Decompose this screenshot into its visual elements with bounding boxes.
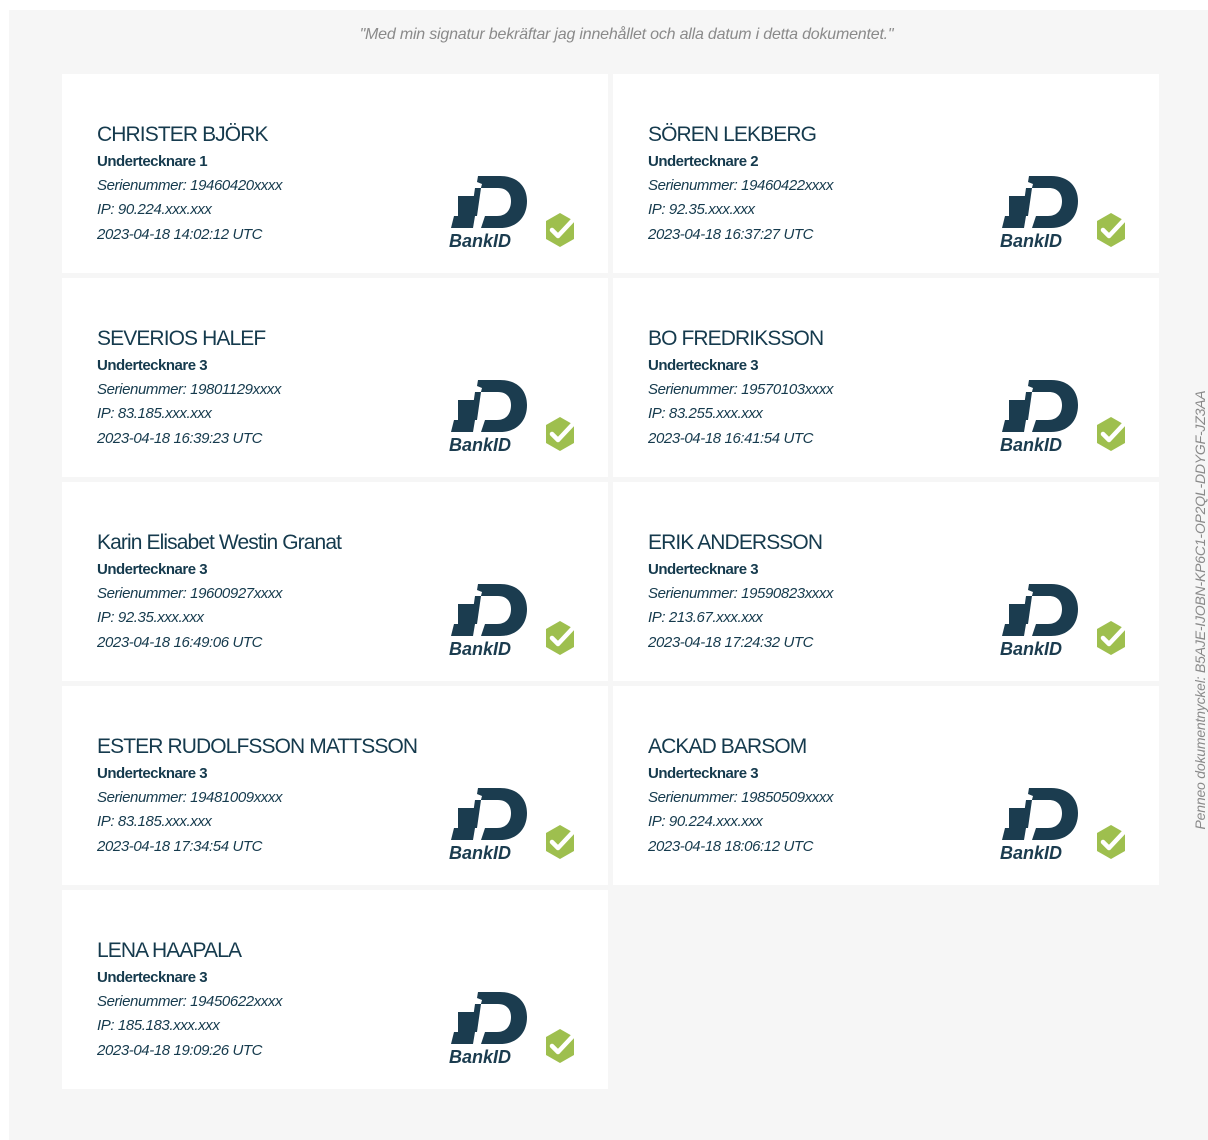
signer-ip-address: IP: 213.67.xxx.xxx	[648, 609, 763, 626]
signer-serial-number: Serienummer: 19570103xxxx	[648, 381, 834, 398]
signer-serial-number: Serienummer: 19481009xxxx	[97, 789, 283, 806]
verified-check-icon	[546, 417, 576, 451]
verified-check-icon	[546, 621, 576, 655]
signer-card: LENA HAAPALA Undertecknare 3 Serienummer…	[62, 890, 608, 1089]
signer-serial-number: Serienummer: 19450622xxxx	[97, 993, 283, 1010]
signer-role: Undertecknare 1	[97, 153, 208, 170]
signature-page: "Med min signatur bekräftar jag innehåll…	[9, 10, 1208, 1140]
bankid-logo-text: BankID	[449, 1047, 511, 1066]
verified-check-icon	[1097, 825, 1127, 859]
signer-ip-address: IP: 83.185.xxx.xxx	[97, 405, 212, 422]
signer-card: CHRISTER BJÖRK Undertecknare 1 Serienumm…	[62, 74, 608, 273]
signer-timestamp: 2023-04-18 16:37:27 UTC	[648, 226, 814, 243]
signer-role: Undertecknare 2	[648, 153, 759, 170]
bankid-logo-text: BankID	[449, 843, 511, 862]
verified-check-icon	[546, 1029, 576, 1063]
bankid-logo-icon: BankID	[1000, 380, 1078, 454]
signer-card: SEVERIOS HALEF Undertecknare 3 Serienumm…	[62, 278, 608, 477]
bankid-logo-icon: BankID	[1000, 584, 1078, 658]
signature-statement: "Med min signatur bekräftar jag innehåll…	[359, 26, 894, 43]
signer-ip-address: IP: 92.35.xxx.xxx	[648, 201, 755, 218]
signer-role: Undertecknare 3	[648, 561, 759, 578]
bankid-logo-icon: BankID	[1000, 788, 1078, 862]
signer-role: Undertecknare 3	[648, 765, 759, 782]
signer-role: Undertecknare 3	[97, 357, 208, 374]
signer-name: CHRISTER BJÖRK	[97, 123, 268, 146]
signer-serial-number: Serienummer: 19460422xxxx	[648, 177, 834, 194]
signer-timestamp: 2023-04-18 17:34:54 UTC	[97, 838, 263, 855]
signer-timestamp: 2023-04-18 19:09:26 UTC	[97, 1042, 263, 1059]
bankid-logo-icon: BankID	[449, 788, 527, 862]
signer-timestamp: 2023-04-18 16:41:54 UTC	[648, 430, 814, 447]
signer-grid: CHRISTER BJÖRK Undertecknare 1 Serienumm…	[62, 74, 1160, 1089]
signer-card: Karin Elisabet Westin Granat Underteckna…	[62, 482, 608, 681]
signer-role: Undertecknare 3	[97, 765, 208, 782]
signer-ip-address: IP: 92.35.xxx.xxx	[97, 609, 204, 626]
bankid-logo-text: BankID	[1000, 435, 1062, 454]
verified-check-icon	[1097, 417, 1127, 451]
signer-name: SÖREN LEKBERG	[648, 123, 817, 146]
bankid-logo-text: BankID	[449, 435, 511, 454]
signer-card: ESTER RUDOLFSSON MATTSSON Undertecknare …	[62, 686, 608, 885]
signer-name: ESTER RUDOLFSSON MATTSSON	[97, 735, 418, 758]
bankid-logo-icon: BankID	[449, 584, 527, 658]
signer-card: ERIK ANDERSSON Undertecknare 3 Serienumm…	[613, 482, 1159, 681]
signer-serial-number: Serienummer: 19600927xxxx	[97, 585, 283, 602]
signer-serial-number: Serienummer: 19850509xxxx	[648, 789, 834, 806]
signer-ip-address: IP: 83.255.xxx.xxx	[648, 405, 763, 422]
signer-ip-address: IP: 185.183.xxx.xxx	[97, 1017, 220, 1034]
signer-ip-address: IP: 83.185.xxx.xxx	[97, 813, 212, 830]
signer-role: Undertecknare 3	[648, 357, 759, 374]
bankid-logo-icon: BankID	[1000, 176, 1078, 250]
signer-card: BO FREDRIKSSON Undertecknare 3 Serienumm…	[613, 278, 1159, 477]
signer-timestamp: 2023-04-18 18:06:12 UTC	[648, 838, 814, 855]
signer-ip-address: IP: 90.224.xxx.xxx	[648, 813, 763, 830]
verified-check-icon	[546, 825, 576, 859]
signer-serial-number: Serienummer: 19801129xxxx	[97, 381, 281, 398]
verified-check-icon	[546, 213, 576, 247]
signer-timestamp: 2023-04-18 16:39:23 UTC	[97, 430, 263, 447]
signer-ip-address: IP: 90.224.xxx.xxx	[97, 201, 212, 218]
bankid-logo-text: BankID	[1000, 843, 1062, 862]
signer-name: Karin Elisabet Westin Granat	[97, 531, 342, 554]
signer-card: ACKAD BARSOM Undertecknare 3 Serienummer…	[613, 686, 1159, 885]
signer-name: SEVERIOS HALEF	[97, 327, 266, 350]
signer-timestamp: 2023-04-18 16:49:06 UTC	[97, 634, 263, 651]
signer-name: ERIK ANDERSSON	[648, 531, 823, 554]
signer-serial-number: Serienummer: 19590823xxxx	[648, 585, 834, 602]
verified-check-icon	[1097, 621, 1127, 655]
signer-card: SÖREN LEKBERG Undertecknare 2 Serienumme…	[613, 74, 1159, 273]
signer-role: Undertecknare 3	[97, 969, 208, 986]
bankid-logo-text: BankID	[449, 231, 511, 250]
bankid-logo-text: BankID	[1000, 639, 1062, 658]
bankid-logo-icon: BankID	[449, 992, 527, 1066]
signer-name: ACKAD BARSOM	[648, 735, 807, 758]
bankid-logo-text: BankID	[449, 639, 511, 658]
signer-name: BO FREDRIKSSON	[648, 327, 824, 350]
bankid-logo-icon: BankID	[449, 380, 527, 454]
signer-name: LENA HAAPALA	[97, 939, 242, 962]
signer-timestamp: 2023-04-18 14:02:12 UTC	[97, 226, 263, 243]
document-key: Penneo dokumentnyckel: B5AJE-IJOBN-KP6C1…	[1192, 390, 1208, 830]
signer-timestamp: 2023-04-18 17:24:32 UTC	[648, 634, 814, 651]
verified-check-icon	[1097, 213, 1127, 247]
bankid-logo-text: BankID	[1000, 231, 1062, 250]
signer-serial-number: Serienummer: 19460420xxxx	[97, 177, 283, 194]
bankid-logo-icon: BankID	[449, 176, 527, 250]
signer-role: Undertecknare 3	[97, 561, 208, 578]
